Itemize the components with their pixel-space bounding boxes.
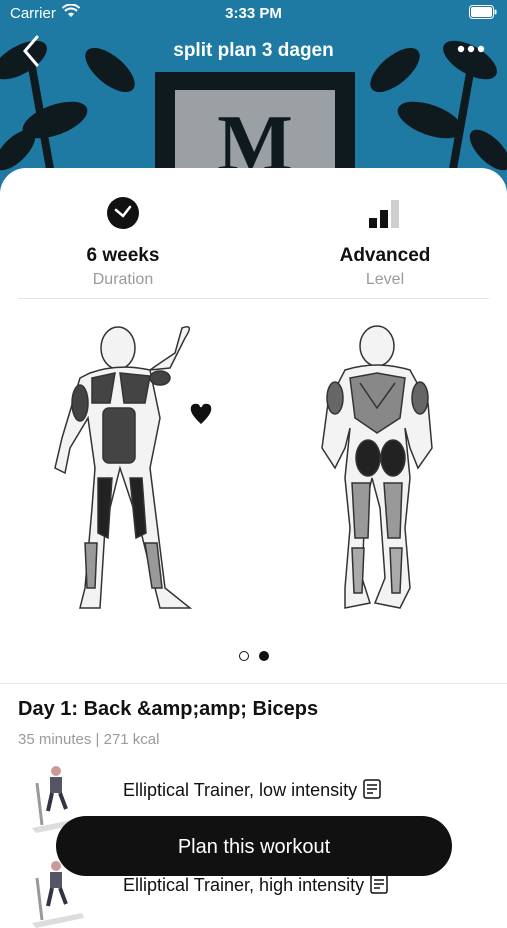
page-title: split plan 3 dagen (173, 40, 334, 61)
more-button[interactable] (457, 40, 485, 58)
stats-divider (18, 298, 489, 299)
muscle-map-carousel[interactable] (0, 308, 507, 628)
more-horizontal-icon (457, 45, 485, 53)
day-meta: 35 minutes | 271 kcal (18, 731, 160, 748)
plan-details-sheet: 6 weeks Duration Advanced Level Day 1: B… (0, 168, 507, 928)
back-body-figure (321, 325, 433, 609)
page-dot-2[interactable] (258, 651, 269, 661)
duration-stat: 6 weeks Duration (23, 196, 223, 289)
front-body-figure (54, 326, 193, 609)
exercise-name-wrapper: Elliptical Trainer, low intensity (123, 779, 381, 804)
battery-icon (469, 5, 497, 23)
duration-value: 6 weeks (86, 245, 160, 266)
level-label: Level (365, 271, 405, 288)
plan-workout-button[interactable]: Plan this workout (56, 816, 452, 876)
muscle-map-illustration (54, 325, 433, 609)
duration-label: Duration (92, 271, 154, 288)
exercise-name-wrapper: Elliptical Trainer, high intensity (123, 874, 388, 899)
level-bars-icon (369, 200, 399, 228)
navigation-bar: split plan 3 dagen (0, 30, 507, 74)
exercise-name: Elliptical Trainer, low intensity (123, 780, 358, 800)
level-stat: Advanced Level (285, 196, 485, 289)
heart-icon (189, 402, 213, 427)
day-title: Day 1: Back &amp;amp; Biceps (18, 698, 319, 720)
carousel-page-indicator[interactable] (0, 648, 507, 666)
status-time: 3:33 PM (225, 5, 282, 22)
note-icon[interactable] (363, 779, 381, 804)
level-value: Advanced (339, 245, 431, 266)
status-bar: Carrier 3:33 PM (0, 0, 507, 28)
exercise-name: Elliptical Trainer, high intensity (123, 875, 365, 895)
clock-icon (107, 197, 139, 229)
page-dot-1[interactable] (238, 651, 249, 661)
note-icon[interactable] (370, 874, 388, 899)
section-divider (0, 683, 507, 684)
